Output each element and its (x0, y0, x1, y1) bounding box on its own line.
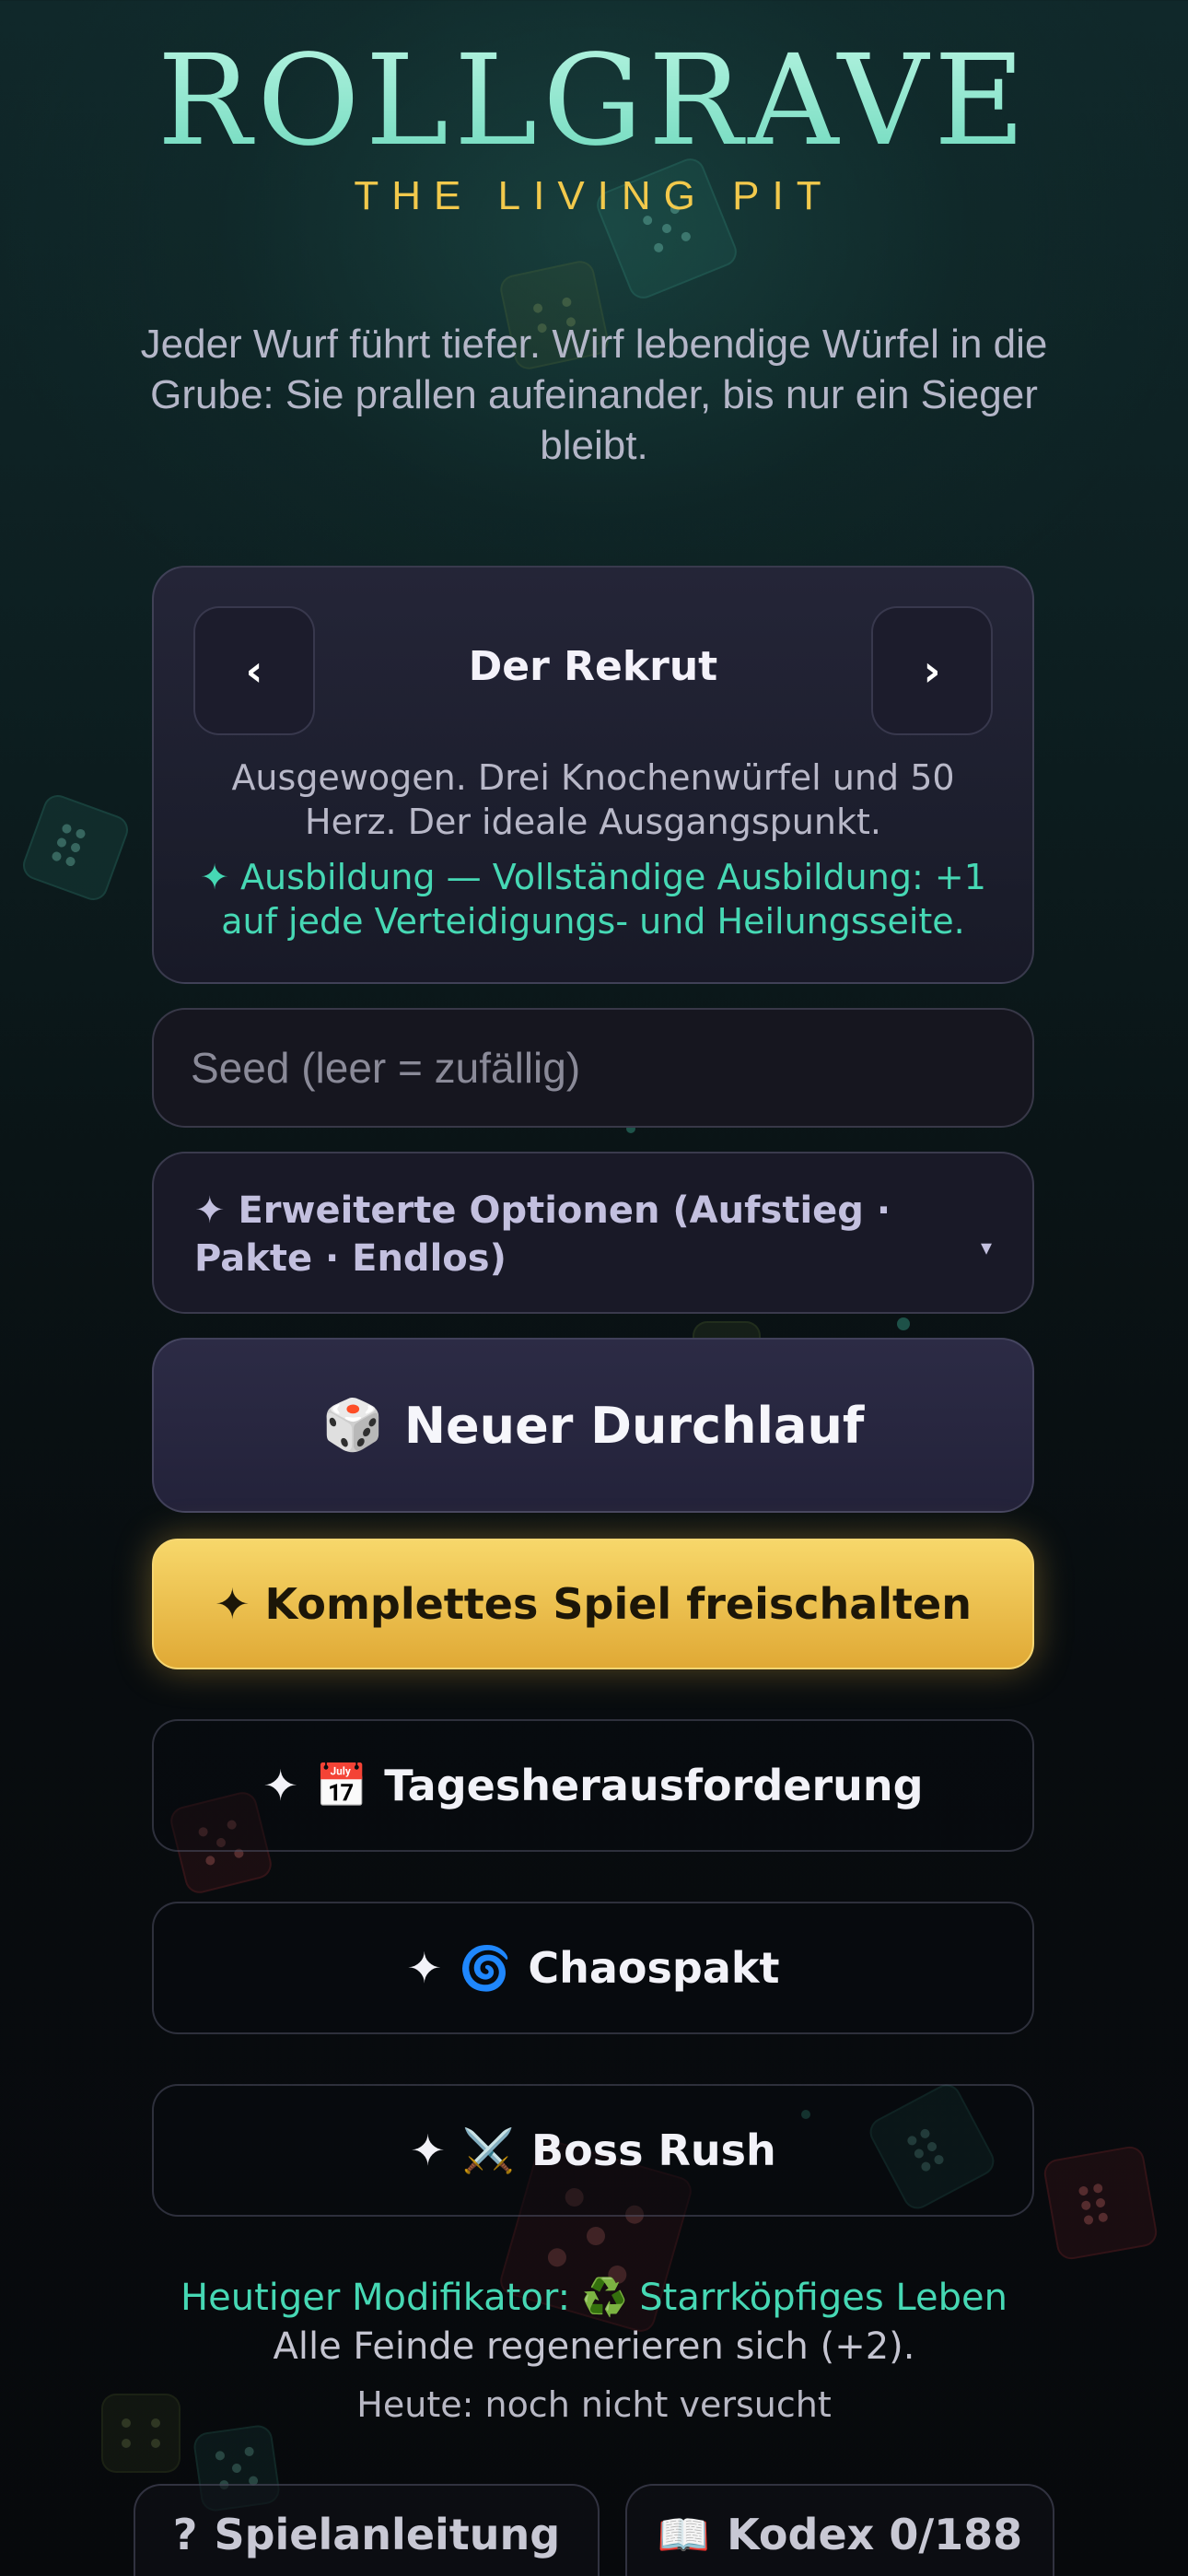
boss-rush-button[interactable]: ✦ ⚔️ Boss Rush (152, 2084, 1034, 2217)
character-perk: ✦ Ausbildung — Vollständige Ausbildung: … (200, 857, 986, 942)
new-run-label: Neuer Durchlauf (403, 1396, 865, 1455)
spiral-icon: 🌀 (459, 1942, 512, 1993)
game-subtitle: THE LIVING PIT (354, 173, 834, 218)
seed-input[interactable] (189, 1042, 1032, 1094)
daily-challenge-button[interactable]: ✦ 📅 Tagesherausforderung (152, 1719, 1034, 1852)
unlock-full-game-button[interactable]: ✦ Komplettes Spiel freischalten (152, 1539, 1034, 1669)
star-icon: ✦ (406, 1943, 443, 1993)
daily-status: Heute: noch nicht versucht (356, 2384, 832, 2425)
star-icon: ✦ (410, 2125, 446, 2175)
character-selector: ‹ Der Rekrut › Ausgewogen. Drei Knochenw… (152, 566, 1034, 984)
sparkle-icon (897, 1317, 910, 1330)
character-description: Ausgewogen. Drei Knochenwürfel und 50 He… (231, 757, 955, 842)
chevron-down-icon: ▾ (980, 1235, 992, 1260)
game-title: ROLLGRAVE (0, 28, 1188, 175)
calendar-icon: 📅 (314, 1760, 368, 1810)
new-run-button[interactable]: 🎲 Neuer Durchlauf (152, 1338, 1034, 1513)
codex-label: Kodex 0/188 (727, 2510, 1023, 2559)
how-to-play-button[interactable]: ? Spielanleitung (134, 2484, 600, 2576)
advanced-options-toggle[interactable]: ✦ Erweiterte Optionen (Aufstieg · Pakte … (152, 1152, 1034, 1314)
daily-modifier-description: Alle Feinde regenerieren sich (+2). (273, 2325, 915, 2368)
star-icon: ✦ (262, 1761, 298, 1810)
dice-icon: 🎲 (321, 1396, 384, 1454)
chaos-pact-label: Chaospakt (528, 1943, 780, 1993)
tagline: Jeder Wurf führt tiefer. Wirf lebendige … (140, 322, 1048, 468)
daily-challenge-label: Tagesherausforderung (384, 1761, 924, 1810)
daily-modifier-label: Heutiger Modifikator: ♻️ Starrköpfiges L… (181, 2277, 1007, 2319)
star-icon: ✦ (215, 1579, 250, 1629)
chaos-pact-button[interactable]: ✦ 🌀 Chaospakt (152, 1902, 1034, 2034)
advanced-options-label: ✦ Erweiterte Optionen (Aufstieg · Pakte … (194, 1189, 891, 1280)
crossed-swords-icon: ⚔️ (461, 2125, 516, 2175)
previous-character-button[interactable]: ‹ (193, 606, 315, 735)
next-character-button[interactable]: › (871, 606, 993, 735)
decorative-die-icon (18, 790, 133, 905)
decorative-die-icon (1042, 2144, 1159, 2262)
character-name: Der Rekrut (468, 643, 718, 690)
codex-button[interactable]: 📖 Kodex 0/188 (625, 2484, 1054, 2576)
book-icon: 📖 (657, 2510, 711, 2559)
seed-field[interactable] (152, 1008, 1034, 1128)
unlock-label: Komplettes Spiel freischalten (264, 1579, 972, 1629)
question-icon: ? (172, 2510, 198, 2559)
boss-rush-label: Boss Rush (531, 2125, 776, 2175)
how-to-play-label: Spielanleitung (214, 2510, 561, 2559)
